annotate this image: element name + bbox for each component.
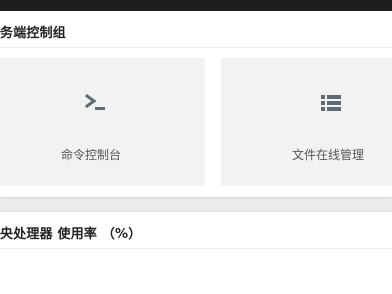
terminal-icon	[84, 93, 107, 116]
panel-title: 务端控制组	[0, 26, 67, 41]
top-bar	[0, 0, 392, 11]
console-card[interactable]: 命令控制台	[0, 58, 205, 186]
console-label: 命令控制台	[61, 148, 122, 162]
server-control-panel: 务端控制组 命令控制台 文件在线管理	[0, 11, 392, 197]
file-manager-card[interactable]: 文件在线管理	[221, 58, 392, 186]
panel-title: 央处理器 使用率 （%）	[0, 227, 142, 242]
divider	[0, 248, 392, 249]
list-icon	[321, 94, 341, 116]
cpu-usage-panel: 央处理器 使用率 （%）	[0, 212, 392, 294]
divider	[0, 47, 392, 48]
file-manager-label: 文件在线管理	[292, 148, 365, 162]
